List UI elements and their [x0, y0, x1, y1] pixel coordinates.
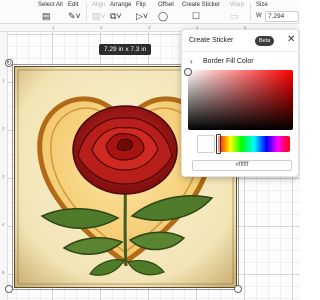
ruler-mark: 1 — [52, 25, 55, 30]
dimension-tag: 7.29 in x 7.3 in — [99, 44, 152, 55]
ruler-mark: 2 — [100, 25, 103, 30]
hex-color-input[interactable]: #ffffff — [192, 160, 292, 171]
align-label: Align — [92, 2, 106, 8]
resize-handle[interactable] — [234, 285, 242, 293]
select-all-label: Select All — [38, 2, 63, 8]
ruler-mark: 4 — [2, 222, 5, 227]
flip-label: Flip — [136, 2, 146, 8]
arrange-label: Arrange — [110, 2, 132, 8]
ruler-mark: 1 — [2, 78, 5, 83]
offset-label: Offset — [158, 2, 174, 8]
ruler-mark: 3 — [148, 25, 151, 30]
align-icon: ▤˅ — [92, 11, 106, 21]
warp-icon: ▭ — [230, 11, 239, 21]
warp-label: Warp — [230, 2, 245, 8]
create-sticker-panel: Create Sticker Beta ✕ ‹ Border Fill Colo… — [181, 29, 300, 177]
arrange-icon: ⧉˅ — [110, 11, 122, 21]
selected-color-swatch — [197, 135, 215, 153]
color-picker-knob[interactable] — [184, 68, 192, 76]
size-label: Size — [256, 2, 268, 8]
left-ruler: 1 2 3 4 5 — [0, 32, 8, 300]
saturation-value-picker[interactable] — [188, 70, 293, 130]
edit-label: Edit — [68, 2, 79, 8]
ruler-mark: 5 — [2, 270, 5, 275]
toolbar-divider — [250, 3, 251, 21]
size-width-input[interactable]: 7.294 — [265, 11, 299, 22]
app-window: Select All ▤ Edit ✎˅ Align ▤˅ Arrange ⧉˅… — [0, 0, 300, 300]
ruler-mark: 3 — [2, 174, 5, 179]
toolbar-divider — [86, 3, 87, 21]
select-all-icon: ▤ — [42, 11, 51, 21]
resize-handle[interactable] — [5, 285, 13, 293]
edit-pen-icon: ✎˅ — [68, 11, 81, 21]
create-sticker-label: Create Sticker — [182, 2, 221, 8]
top-toolbar: Select All ▤ Edit ✎˅ Align ▤˅ Arrange ⧉˅… — [0, 0, 300, 24]
sticker-icon: ☐ — [192, 11, 201, 21]
ruler-mark: 2 — [2, 126, 5, 131]
beta-badge: Beta — [255, 36, 275, 46]
flip-icon: ▷˅ — [136, 11, 149, 21]
border-fill-color-title: Border Fill Color — [203, 58, 254, 65]
panel-title: Create Sticker — [189, 37, 234, 44]
hue-slider-handle[interactable] — [216, 134, 221, 154]
chevron-left-icon[interactable]: ‹ — [190, 57, 193, 66]
panel-divider — [182, 51, 300, 52]
rotate-icon[interactable]: ↻ — [5, 59, 13, 67]
hue-slider[interactable] — [218, 136, 290, 152]
offset-icon: ◯ — [158, 11, 169, 21]
close-icon[interactable]: ✕ — [287, 35, 295, 45]
size-width-label: W — [256, 13, 262, 19]
